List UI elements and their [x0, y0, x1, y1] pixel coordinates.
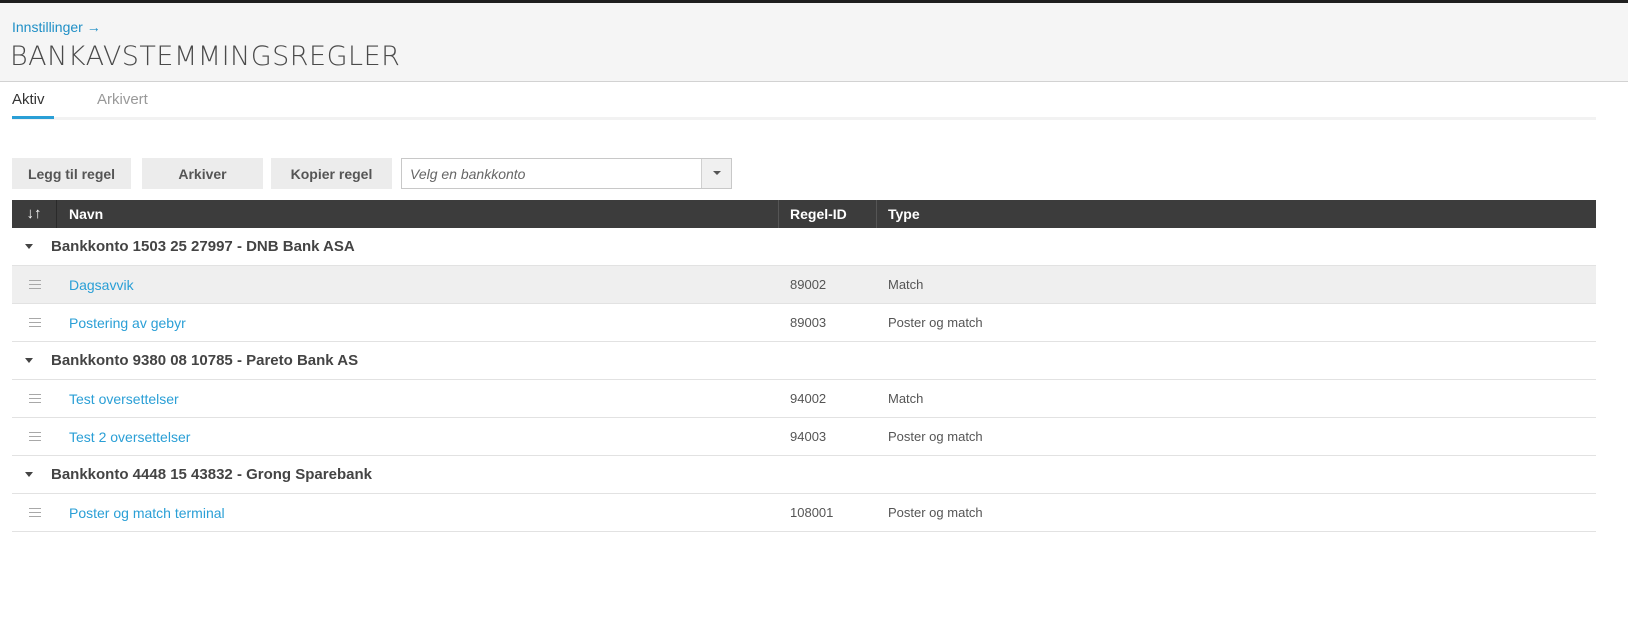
- column-header-type[interactable]: Type: [888, 200, 920, 228]
- sort-icon[interactable]: ↓↑: [12, 200, 57, 228]
- table-row[interactable]: Test 2 oversettelser 94003 Poster og mat…: [12, 418, 1596, 456]
- column-header-name[interactable]: Navn: [69, 200, 103, 228]
- caret-down-icon[interactable]: [25, 472, 33, 477]
- rule-id: 108001: [790, 505, 834, 520]
- tab-bar: Aktiv Arkivert: [12, 88, 1596, 120]
- rule-name-link[interactable]: Poster og match terminal: [69, 505, 225, 521]
- rule-type: Poster og match: [888, 315, 983, 330]
- column-divider: [778, 200, 779, 228]
- group-header[interactable]: Bankkonto 9380 08 10785 - Pareto Bank AS: [12, 342, 1596, 380]
- rule-type: Poster og match: [888, 429, 983, 444]
- column-header-rule-id[interactable]: Regel-ID: [790, 200, 847, 228]
- rule-type: Poster og match: [888, 505, 983, 520]
- bank-account-placeholder: Velg en bankkonto: [410, 166, 526, 182]
- table-row[interactable]: Dagsavvik 89002 Match: [12, 266, 1596, 304]
- rule-name-link[interactable]: Dagsavvik: [69, 277, 134, 293]
- dropdown-toggle[interactable]: [701, 159, 731, 188]
- bank-account-select[interactable]: Velg en bankkonto: [401, 158, 732, 189]
- column-divider: [876, 200, 877, 228]
- page-title: BANKAVSTEMMINGSREGLER: [10, 41, 401, 72]
- chevron-down-icon: [713, 171, 721, 175]
- table-row[interactable]: Postering av gebyr 89003 Poster og match: [12, 304, 1596, 342]
- drag-handle-icon[interactable]: [29, 318, 41, 327]
- breadcrumb-settings-link[interactable]: Innstillinger →: [12, 19, 101, 35]
- caret-down-icon[interactable]: [25, 244, 33, 249]
- rule-id: 89003: [790, 315, 827, 330]
- drag-handle-icon[interactable]: [29, 280, 41, 289]
- table-header: ↓↑ Navn Regel-ID Type: [12, 200, 1596, 228]
- tab-active[interactable]: Aktiv: [12, 91, 54, 119]
- table-row[interactable]: Poster og match terminal 108001 Poster o…: [12, 494, 1596, 532]
- rule-id: 89002: [790, 277, 827, 292]
- rule-type: Match: [888, 391, 924, 406]
- rule-name-link[interactable]: Postering av gebyr: [69, 315, 186, 331]
- rule-id: 94003: [790, 429, 827, 444]
- drag-handle-icon[interactable]: [29, 394, 41, 403]
- tab-archived[interactable]: Arkivert: [97, 91, 148, 114]
- rules-table: ↓↑ Navn Regel-ID Type Bankkonto 1503 25 …: [12, 200, 1596, 532]
- add-rule-button[interactable]: Legg til regel: [12, 158, 131, 189]
- group-label: Bankkonto 9380 08 10785 - Pareto Bank AS: [51, 352, 359, 369]
- group-label: Bankkonto 4448 15 43832 - Grong Spareban…: [51, 466, 372, 483]
- table-row[interactable]: Test oversettelser 94002 Match: [12, 380, 1596, 418]
- rule-name-link[interactable]: Test 2 oversettelser: [69, 429, 190, 445]
- group-header[interactable]: Bankkonto 4448 15 43832 - Grong Spareban…: [12, 456, 1596, 494]
- caret-down-icon[interactable]: [25, 358, 33, 363]
- page-header: Innstillinger → BANKAVSTEMMINGSREGLER: [0, 3, 1628, 82]
- rule-id: 94002: [790, 391, 827, 406]
- drag-handle-icon[interactable]: [29, 432, 41, 441]
- group-label: Bankkonto 1503 25 27997 - DNB Bank ASA: [51, 238, 355, 255]
- drag-handle-icon[interactable]: [29, 508, 41, 517]
- group-header[interactable]: Bankkonto 1503 25 27997 - DNB Bank ASA: [12, 228, 1596, 266]
- archive-button[interactable]: Arkiver: [142, 158, 263, 189]
- rule-type: Match: [888, 277, 924, 292]
- rule-name-link[interactable]: Test oversettelser: [69, 391, 179, 407]
- copy-rule-button[interactable]: Kopier regel: [271, 158, 392, 189]
